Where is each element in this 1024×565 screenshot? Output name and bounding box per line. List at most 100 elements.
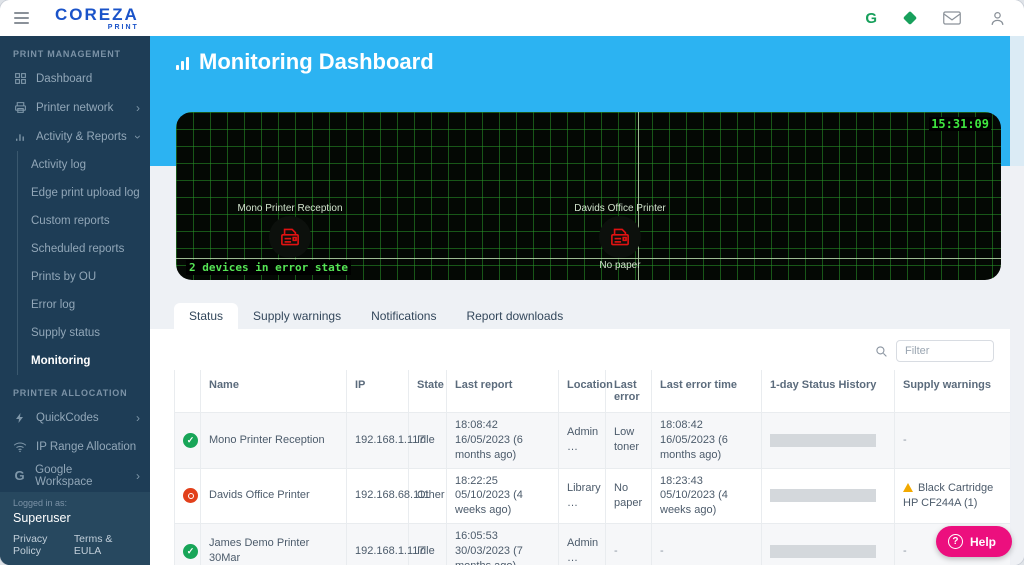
sidebar-item-scheduled-reports[interactable]: Scheduled reports (18, 235, 150, 263)
status-ok-icon: ✓ (183, 433, 198, 448)
tab-notifications[interactable]: Notifications (356, 303, 451, 329)
diamond-icon[interactable] (903, 11, 917, 25)
sub-item-label: Custom reports (31, 215, 110, 227)
app-window: COREZA PRINT G PRINT MANAGEMENT Dashboar… (0, 0, 1024, 565)
chevron-right-icon: › (136, 412, 140, 424)
cell-name: James Demo Printer 30Mar (201, 524, 347, 565)
cell-supply: Black Cartridge HP CF244A (1) (895, 468, 1011, 524)
status-ok-icon: ✓ (183, 544, 198, 559)
logged-in-user: Superuser (13, 511, 138, 525)
filter-input[interactable] (896, 340, 994, 362)
terms-eula-link[interactable]: Terms & EULA (74, 533, 138, 557)
tab-bar: Status Supply warnings Notifications Rep… (174, 303, 1010, 329)
google-icon[interactable]: G (865, 10, 877, 27)
radar-device-error: No paper (540, 259, 700, 272)
chevron-down-icon: › (132, 135, 144, 139)
dashboard-icon (13, 72, 27, 85)
cell-location: Library … (559, 468, 606, 524)
tab-report-downloads[interactable]: Report downloads (451, 303, 578, 329)
help-label: Help (970, 535, 996, 549)
radar-status-line: 2 devices in error state (186, 260, 351, 275)
question-icon: ? (948, 534, 963, 549)
lightning-icon (13, 412, 27, 424)
wifi-icon (13, 441, 27, 453)
sidebar-item-label: Activity & Reports (36, 131, 127, 143)
col-last-error-time: Last error time (652, 370, 762, 413)
table-row[interactable]: ✓ James Demo Printer 30Mar 192.168.1.117… (175, 524, 1011, 565)
col-supply-warnings: Supply warnings (895, 370, 1011, 413)
cell-last-error: Low toner (606, 413, 652, 469)
filter-row (150, 329, 1010, 368)
printer-error-icon[interactable] (269, 216, 311, 258)
cell-last-report: 16:05:53 30/03/2023 (7 months ago) (447, 524, 559, 565)
user-icon[interactable] (989, 10, 1006, 27)
help-button[interactable]: ? Help (936, 526, 1012, 557)
sub-item-label: Prints by OU (31, 271, 96, 283)
radar-clock: 15:31:09 (929, 117, 991, 131)
topbar: COREZA PRINT G (0, 0, 1024, 36)
google-g-icon: G (13, 468, 26, 483)
cell-last-error: - (606, 524, 652, 565)
monitoring-radar-panel: 15:31:09 Mono Printer Reception Low tone… (176, 112, 1001, 280)
cell-last-report: 18:08:42 16/05/2023 (6 months ago) (447, 413, 559, 469)
status-tab-content: Name IP State Last report Location Last … (150, 329, 1010, 565)
status-history-bar (770, 545, 876, 558)
sidebar-item-quickcodes[interactable]: QuickCodes › (0, 403, 150, 432)
sub-item-label: Activity log (31, 159, 86, 171)
chevron-right-icon: › (136, 470, 140, 482)
sidebar-item-activity-log[interactable]: Activity log (18, 151, 150, 179)
sidebar-item-supply-status[interactable]: Supply status (18, 319, 150, 347)
col-name: Name (201, 370, 347, 413)
sidebar-item-label: QuickCodes (36, 412, 99, 424)
coreza-logo[interactable]: COREZA PRINT (55, 6, 139, 31)
page-title-text: Monitoring Dashboard (199, 49, 434, 75)
status-history-bar (770, 489, 876, 502)
cell-ip: 192.168.68.111 (347, 468, 409, 524)
table-row[interactable]: ✓ Mono Printer Reception 192.168.1.117 I… (175, 413, 1011, 469)
table-row[interactable]: Davids Office Printer 192.168.68.111 Oth… (175, 468, 1011, 524)
status-history-bar (770, 434, 876, 447)
sidebar-item-error-log[interactable]: Error log (18, 291, 150, 319)
sub-item-label: Supply status (31, 327, 100, 339)
status-error-icon (183, 488, 198, 503)
mail-icon[interactable] (943, 11, 961, 25)
sub-item-label: Error log (31, 299, 75, 311)
cell-name: Mono Printer Reception (201, 413, 347, 469)
sidebar-item-printer-network[interactable]: Printer network › (0, 93, 150, 122)
logged-in-as-label: Logged in as: (13, 498, 138, 508)
col-last-error: Last error (606, 370, 652, 413)
sidebar-item-activity-reports[interactable]: Activity & Reports › (0, 122, 150, 151)
cell-last-error-time: - (652, 524, 762, 565)
sidebar-section-print-management: PRINT MANAGEMENT (0, 36, 150, 64)
table-header-row: Name IP State Last report Location Last … (175, 370, 1011, 413)
sidebar-item-edge-print-upload-log[interactable]: Edge print upload log (18, 179, 150, 207)
main-area: Monitoring Dashboard 15:31:09 Mono Print… (150, 36, 1024, 565)
cell-supply: - (895, 413, 1011, 469)
supply-warning-text: Black Cartridge HP CF244A (1) (903, 482, 993, 509)
sidebar-item-custom-reports[interactable]: Custom reports (18, 207, 150, 235)
sub-item-label: Monitoring (31, 355, 90, 367)
sub-item-label: Edge print upload log (31, 187, 140, 199)
tab-supply-warnings[interactable]: Supply warnings (238, 303, 356, 329)
sidebar-item-ip-range-allocation[interactable]: IP Range Allocation (0, 432, 150, 461)
radar-device-davids-printer: Davids Office Printer No paper (540, 202, 700, 272)
sidebar-item-google-workspace[interactable]: G Google Workspace › (0, 461, 150, 490)
sidebar-sublist: Activity log Edge print upload log Custo… (17, 151, 150, 375)
scrollbar-track[interactable] (1010, 36, 1024, 565)
bar-chart-icon (13, 130, 27, 143)
tab-status[interactable]: Status (174, 303, 238, 329)
cell-location: Admin … (559, 413, 606, 469)
privacy-policy-link[interactable]: Privacy Policy (13, 533, 74, 557)
printer-error-icon[interactable] (599, 216, 641, 258)
cell-last-report: 18:22:25 05/10/2023 (4 weeks ago) (447, 468, 559, 524)
cell-name: Davids Office Printer (201, 468, 347, 524)
cell-ip: 192.168.1.117 (347, 413, 409, 469)
monitoring-bars-icon (176, 57, 189, 75)
sidebar-item-dashboard[interactable]: Dashboard (0, 64, 150, 93)
col-location: Location (559, 370, 606, 413)
col-last-report: Last report (447, 370, 559, 413)
sidebar-item-monitoring[interactable]: Monitoring (18, 347, 150, 375)
hamburger-menu-icon[interactable] (14, 12, 29, 24)
chevron-right-icon: › (136, 102, 140, 114)
sidebar-item-prints-by-ou[interactable]: Prints by OU (18, 263, 150, 291)
